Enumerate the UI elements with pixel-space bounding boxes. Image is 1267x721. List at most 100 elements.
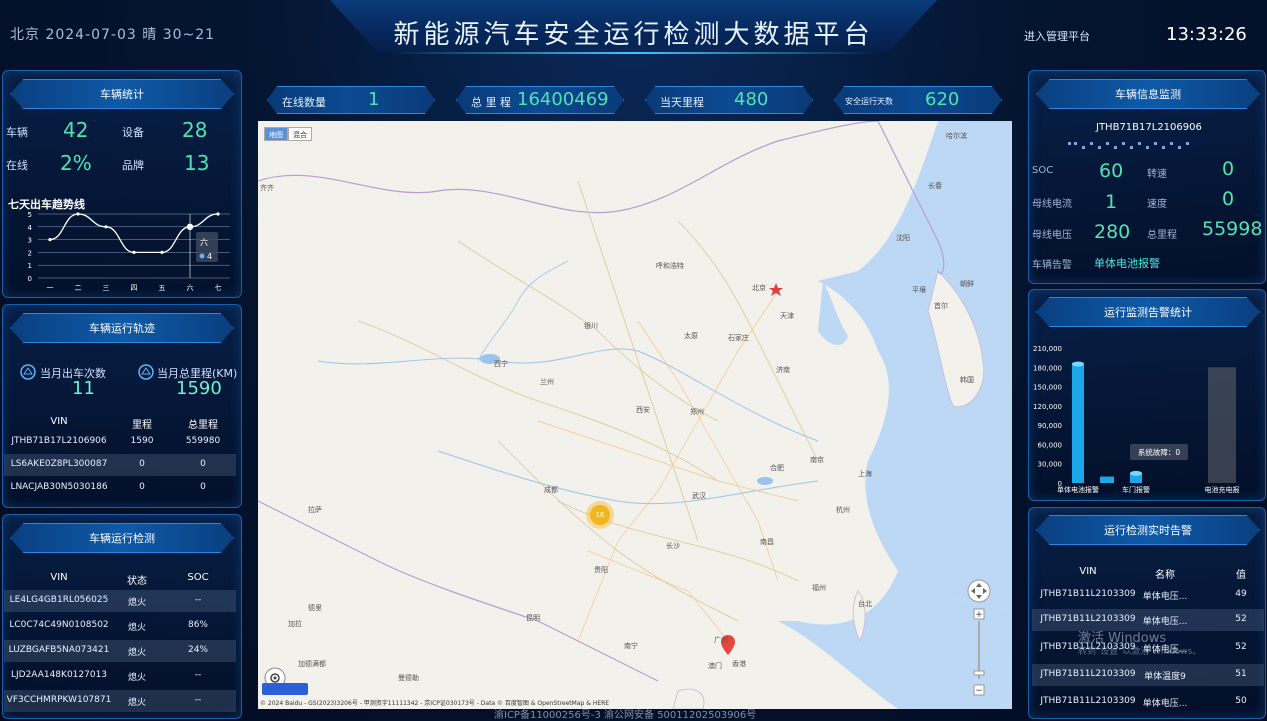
city-label: 加德满都 (298, 660, 326, 668)
vehicle-cluster-marker[interactable]: 16 (590, 505, 610, 525)
monitor-vin: JTHB71B17L2106906 (1096, 122, 1202, 133)
col-status: 状态 (127, 576, 147, 587)
cell-name: 单体电压... (1142, 617, 1188, 627)
cell-vin: VF3CCHMRPKW107871 (6, 695, 112, 705)
alarm-stats-title: 运行监测告警统计 (1036, 297, 1260, 327)
bar (1208, 367, 1236, 483)
page-title: 新能源汽车安全运行检测大数据平台 (393, 20, 874, 50)
table-row[interactable]: JTHB71B11L2103309 单体电压... 50 (1032, 691, 1264, 713)
city-label: 长沙 (666, 542, 680, 550)
signal-dots (1068, 142, 1189, 149)
cell-vin: JTHB71B17L2106906 (11, 436, 107, 446)
trajectory-table-header: VIN 里程 总里程 (4, 411, 236, 433)
stat-value: 480 (734, 89, 769, 110)
city-label: 沈阳 (896, 234, 910, 242)
footer-icp: 渝ICP备11000256号-3 渝公网安备 50011202503906号 (494, 710, 757, 721)
cell-mileage: 0 (139, 482, 145, 492)
cell-value: 49 (1235, 589, 1247, 599)
table-row[interactable]: JTHB71B11L2103309 单体温度9 51 (1032, 664, 1264, 686)
table-row[interactable]: LJD2AA148K0127013 熄火 -- (4, 665, 236, 687)
y-tick-label: 1 (28, 262, 32, 270)
y-tick-label: 0 (28, 275, 32, 283)
detection-table-header: VIN 状态 SOC (4, 567, 236, 589)
data-point (76, 212, 80, 216)
city-label: 贵阳 (594, 566, 608, 574)
cell-vin: LNACJAB30N5030186 (10, 482, 108, 492)
table-row[interactable]: JTHB71B17L2106906 1590 559980 (4, 431, 236, 453)
data-point (48, 238, 52, 242)
cell-status: 熄火 (127, 673, 146, 683)
city-label: 天津 (780, 312, 794, 320)
y-tick-label: 120,000 (1033, 403, 1062, 411)
zoom-control[interactable]: + − (966, 579, 992, 699)
col-soc: SOC (187, 572, 209, 583)
city-label: 昆明 (526, 614, 540, 622)
table-row[interactable]: LC0C74C49N0108502 熄火 86% (4, 615, 236, 637)
cell-mileage: 0 (139, 459, 145, 469)
vehicle-stats-title: 车辆统计 (10, 79, 234, 109)
bar (1072, 364, 1084, 483)
col-vin: VIN (50, 572, 68, 583)
cell-soc: -- (194, 670, 202, 680)
city-label: 南昌 (760, 538, 774, 546)
cell-value: 50 (1235, 696, 1247, 706)
cell-name: 单体电压... (1142, 699, 1188, 709)
stat-online-count: 在线数量 1 (267, 86, 435, 114)
y-tick-label: 90,000 (1038, 422, 1063, 430)
table-row[interactable]: LE4LG4GB1RL056025 熄火 -- (4, 590, 236, 612)
table-row[interactable]: LUZBGAFB5NA073421 熄火 24% (4, 640, 236, 662)
city-label: 台北 (858, 600, 872, 608)
city-label: 澳门 (708, 662, 722, 670)
city-label: 合肥 (770, 464, 784, 472)
data-point (132, 250, 136, 254)
city-label: 石家庄 (728, 334, 749, 342)
cell-status: 熄火 (127, 648, 146, 658)
soc-value: 60 (1099, 160, 1124, 182)
city-label: 武汉 (692, 492, 706, 500)
x-tick-label: 单体电池报警 (1057, 485, 1099, 494)
map-background (258, 121, 1012, 709)
city-label: 长春 (928, 182, 942, 190)
city-label: 福州 (812, 584, 826, 592)
city-label: 南京 (810, 456, 824, 464)
realtime-alarm-title: 运行检测实时告警 (1036, 515, 1260, 545)
table-row[interactable]: JTHB71B11L2103309 单体电压... 49 (1032, 584, 1264, 606)
bus-current-label: 母线电流 (1032, 199, 1072, 210)
cell-total: 559980 (185, 436, 221, 446)
col-mileage: 里程 (132, 420, 152, 431)
table-row[interactable]: LS6AKE0Z8PL300087 0 0 (4, 454, 236, 476)
alarm-bar-chart: 030,00060,00090,000120,000150,000180,000… (1033, 345, 1239, 494)
map-view[interactable]: 地图 混合 哈尔滨 长春 沈阳 呼和浩特 北京 天津 太原 石家庄 银川 西宁 兰州 济南 西安 郑州 合肥… (258, 121, 1012, 709)
x-tick-label: 四 (131, 284, 138, 292)
stat-label: 在线数量 (282, 96, 326, 109)
tab-map[interactable]: 地图 (264, 127, 288, 141)
table-row[interactable]: VF3CCHMRPKW107871 熄火 -- (4, 690, 236, 712)
stat-value: 1 (368, 89, 380, 110)
city-label: 济南 (776, 366, 790, 374)
y-tick-label: 5 (28, 211, 32, 219)
y-tick-label: 3 (28, 237, 32, 245)
stat-value-devices: 28 (182, 118, 208, 142)
vehicle-monitor-title: 车辆信息监测 (1036, 79, 1260, 109)
cell-vin: JTHB71B11L2103309 (1040, 614, 1136, 624)
city-label: 韩国 (960, 376, 974, 384)
rpm-value: 0 (1222, 158, 1235, 180)
city-label: 成都 (544, 486, 558, 494)
x-tick-label: 三 (103, 284, 110, 292)
y-tick-label: 60,000 (1038, 441, 1063, 449)
table-row[interactable]: LNACJAB30N5030186 0 0 (4, 477, 236, 499)
total-mileage-label: 总里程 (1147, 230, 1177, 241)
cell-name: 单体电压... (1142, 592, 1188, 602)
title-underline (390, 52, 877, 54)
y-tick-label: 2 (28, 249, 32, 257)
y-tick-label: 210,000 (1033, 345, 1062, 353)
stat-label-online: 在线 (6, 159, 28, 172)
bar-cap (1130, 470, 1142, 476)
cell-status: 熄火 (127, 623, 146, 633)
detection-title: 车辆运行检测 (10, 523, 234, 553)
location-weather: 北京 2024-07-03 晴 30~21 (10, 27, 216, 43)
cell-vin: JTHB71B11L2103309 (1040, 696, 1136, 706)
realtime-table-header: VIN 名称 值 (1032, 561, 1264, 583)
tab-hybrid[interactable]: 混合 (288, 127, 312, 141)
admin-link[interactable]: 进入管理平台 (1024, 28, 1090, 44)
